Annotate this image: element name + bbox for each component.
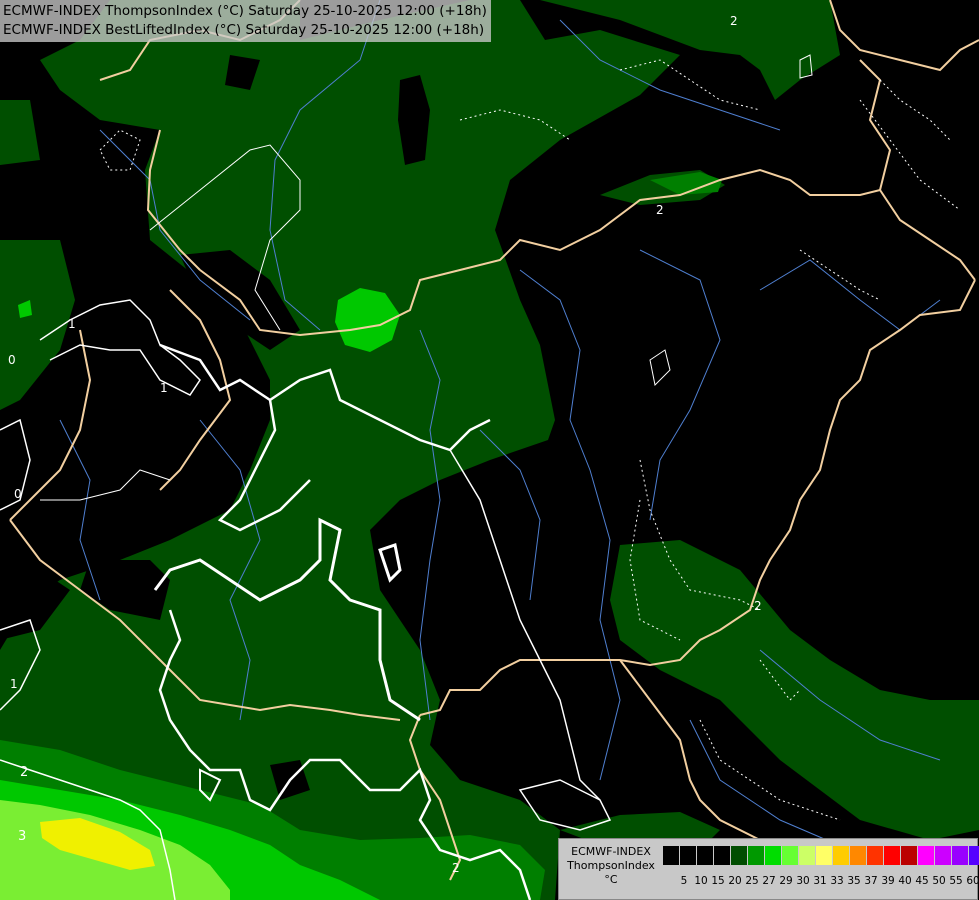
legend-tick-label: 33 — [830, 875, 844, 887]
legend-swatch — [714, 846, 731, 865]
legend-swatch — [935, 846, 952, 865]
legend-tick-label: 55 — [949, 875, 963, 887]
legend-swatch — [850, 846, 867, 865]
legend-swatch — [697, 846, 714, 865]
legend-title-model: ECMWF-INDEX — [571, 845, 651, 858]
legend-tick-label: 45 — [915, 875, 929, 887]
contour-label: 0 — [14, 487, 22, 501]
legend-swatch — [799, 846, 816, 865]
legend-tick-label: 30 — [796, 875, 810, 887]
legend-tick-label: 10 — [694, 875, 708, 887]
legend-swatch — [748, 846, 765, 865]
legend-tick-label: 50 — [932, 875, 946, 887]
map-canvas: 2 2 1 0 1 0 1 2 3 2 2 — [0, 0, 979, 900]
header-title-thompson: ECMWF-INDEX ThompsonIndex (°C) Saturday … — [3, 3, 487, 19]
legend-tick-label: 35 — [847, 875, 861, 887]
contour-label: 2 — [20, 765, 28, 780]
index-field-dark-green — [0, 0, 979, 900]
contour-label: 0 — [8, 353, 16, 367]
legend-swatch — [765, 846, 782, 865]
contour-label: 2 — [730, 14, 738, 28]
legend-tick-label: 20 — [728, 875, 742, 887]
legend-swatch — [731, 846, 748, 865]
contour-label: 2 — [754, 599, 762, 613]
legend-swatch — [680, 846, 697, 865]
header-title-bestlifted: ECMWF-INDEX BestLiftedIndex (°C) Saturda… — [3, 22, 485, 38]
legend-swatch — [816, 846, 833, 865]
legend-swatch — [663, 846, 680, 865]
legend-swatch — [901, 846, 918, 865]
legend-swatch — [782, 846, 799, 865]
legend-tick-label: 31 — [813, 875, 827, 887]
legend-swatch — [833, 846, 850, 865]
contour-label: 3 — [18, 829, 26, 844]
legend-tick-label: 5 — [680, 875, 688, 887]
legend-tick-label: 25 — [745, 875, 759, 887]
legend-tick-label: 37 — [864, 875, 878, 887]
contour-label: 1 — [68, 317, 76, 331]
legend-tick-label: 60 — [966, 875, 979, 887]
legend-tick-label: 27 — [762, 875, 776, 887]
legend-tick-label: 29 — [779, 875, 793, 887]
legend-swatch — [969, 846, 979, 865]
legend-ticks: 5 10 15 20 25 27 29 30 31 33 35 37 39 40 45 50 55 60 — [663, 875, 979, 889]
legend-swatch — [867, 846, 884, 865]
map-header: ECMWF-INDEX ThompsonIndex (°C) Saturday … — [0, 0, 491, 42]
color-legend: ECMWF-INDEX ThompsonIndex °C 5 10 15 20 25 27… — [558, 838, 979, 900]
contour-label: 2 — [656, 203, 664, 217]
legend-tick-label: 15 — [711, 875, 725, 887]
legend-title-index: ThompsonIndex — [567, 859, 655, 872]
legend-tick-label: 40 — [898, 875, 912, 887]
contour-label: 1 — [10, 677, 18, 691]
legend-title: ECMWF-INDEX ThompsonIndex °C — [563, 845, 659, 887]
legend-swatch — [952, 846, 969, 865]
legend-swatch — [918, 846, 935, 865]
legend-swatches — [663, 846, 979, 865]
contour-label: 2 — [452, 861, 460, 875]
legend-unit: °C — [604, 873, 618, 886]
contour-label: 1 — [160, 381, 168, 395]
legend-tick-label: 39 — [881, 875, 895, 887]
legend-swatch — [884, 846, 901, 865]
